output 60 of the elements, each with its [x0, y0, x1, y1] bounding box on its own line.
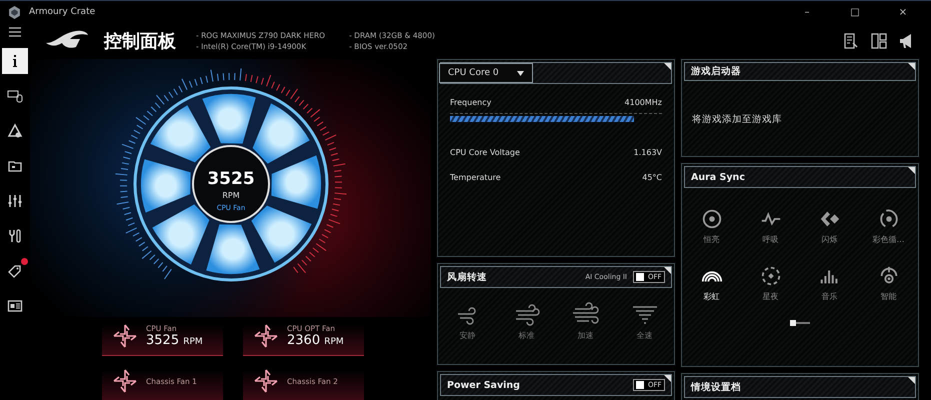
- cpu-core-dropdown[interactable]: CPU Core 0: [439, 63, 533, 83]
- corner-triangle-icon: [908, 63, 915, 70]
- page-title: 控制面板: [104, 30, 176, 53]
- window-title: Armoury Crate: [29, 7, 96, 17]
- lighting-effect-button[interactable]: 音乐: [800, 265, 859, 302]
- fan-icon: [253, 368, 279, 394]
- tools-icon: [7, 228, 23, 244]
- lighting-effect-button[interactable]: 星夜: [741, 265, 800, 302]
- fan-speed-value: 2360 RPM: [287, 333, 344, 348]
- lighting-effect-button[interactable]: 呼吸: [741, 208, 800, 245]
- lighting-effect-button[interactable]: 智能: [859, 265, 918, 302]
- fan-mode-button[interactable]: 安静: [438, 302, 497, 341]
- corner-triangle-icon: [908, 377, 915, 384]
- tag-icon: [7, 263, 23, 279]
- fan-mode-button[interactable]: 加速: [556, 302, 615, 341]
- lighting-effect-button[interactable]: 彩色循…: [859, 208, 918, 245]
- app-logo-icon: [8, 6, 21, 18]
- fan-mode-button[interactable]: 标准: [497, 302, 556, 341]
- lighting-effect-button[interactable]: 彩虹: [682, 265, 741, 302]
- metric-value: 1.163V: [634, 148, 662, 157]
- fan-icon: [112, 368, 138, 394]
- sliders-icon: [7, 193, 23, 209]
- fan-speed-value: 3525 RPM: [146, 333, 203, 348]
- panel-title: 风扇转速: [447, 270, 488, 284]
- panel-title: 情境设置档: [691, 380, 742, 394]
- sidebar-item[interactable]: [2, 48, 28, 74]
- menu-icon[interactable]: [9, 27, 21, 37]
- corner-triangle-icon: [664, 63, 671, 70]
- layout-icon[interactable]: [871, 33, 887, 49]
- keyboard-mouse-icon: [7, 88, 23, 104]
- window-control-button[interactable]: ×: [883, 6, 923, 18]
- corner-triangle-icon: [908, 167, 915, 174]
- metric-label: Temperature: [450, 173, 501, 182]
- card-icon: [7, 298, 23, 314]
- triangle-icon: [7, 123, 23, 139]
- panel-title: 游戏启动器: [691, 65, 742, 78]
- window-control-button[interactable]: –: [787, 6, 827, 18]
- corner-triangle-icon: [664, 267, 671, 274]
- window-control-button[interactable]: □: [835, 6, 875, 18]
- lighting-effect-button[interactable]: 闪烁: [800, 208, 859, 245]
- effect-icon: [700, 208, 722, 230]
- wind-icon: [572, 302, 600, 326]
- fan-icon: [253, 323, 279, 349]
- fan-icon: [112, 323, 138, 349]
- effect-icon: [760, 265, 782, 287]
- gauge-unit: RPM: [222, 191, 240, 200]
- metric-label: Frequency: [450, 98, 492, 107]
- document-icon[interactable]: [843, 33, 859, 49]
- panel-title: Power Saving: [447, 380, 521, 390]
- lighting-effect-button[interactable]: 恒亮: [682, 208, 741, 245]
- corner-triangle-icon: [664, 375, 671, 382]
- fan-mode-button[interactable]: 全速: [615, 302, 674, 341]
- metric-value: 4100MHz: [624, 98, 662, 107]
- gauge-value: 3525: [206, 169, 254, 189]
- panel-title: Aura Sync: [691, 172, 746, 182]
- effect-icon: [878, 208, 900, 230]
- metric-value: 45°C: [642, 173, 662, 182]
- metric-label: CPU Core Voltage: [450, 148, 520, 157]
- empty-message: 将游戏添加至游戏库: [691, 113, 783, 127]
- caret-icon: [516, 70, 524, 76]
